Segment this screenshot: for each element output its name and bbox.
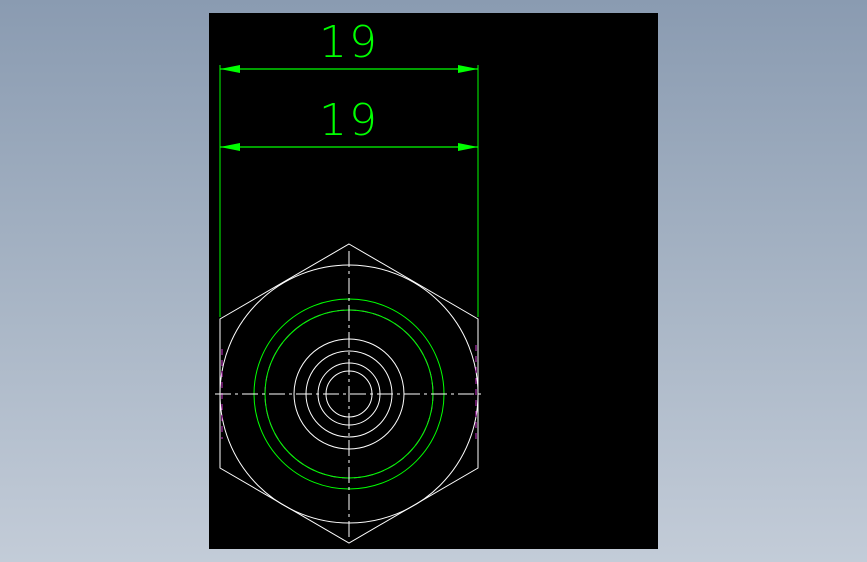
dimension-top-arrow-left [220, 65, 240, 73]
cad-viewport[interactable]: 19 19 [209, 13, 658, 549]
dimension-bottom-label: 19 [319, 95, 379, 146]
dimension-bottom-arrow-right [458, 143, 478, 151]
dimension-bottom[interactable]: 19 [220, 95, 478, 151]
drawing-canvas: 19 19 [215, 17, 485, 544]
dimension-top[interactable]: 19 [220, 17, 478, 73]
center-lines [215, 251, 485, 537]
dimension-bottom-arrow-left [220, 143, 240, 151]
dimension-top-label: 19 [319, 17, 379, 68]
dimension-top-arrow-right [458, 65, 478, 73]
